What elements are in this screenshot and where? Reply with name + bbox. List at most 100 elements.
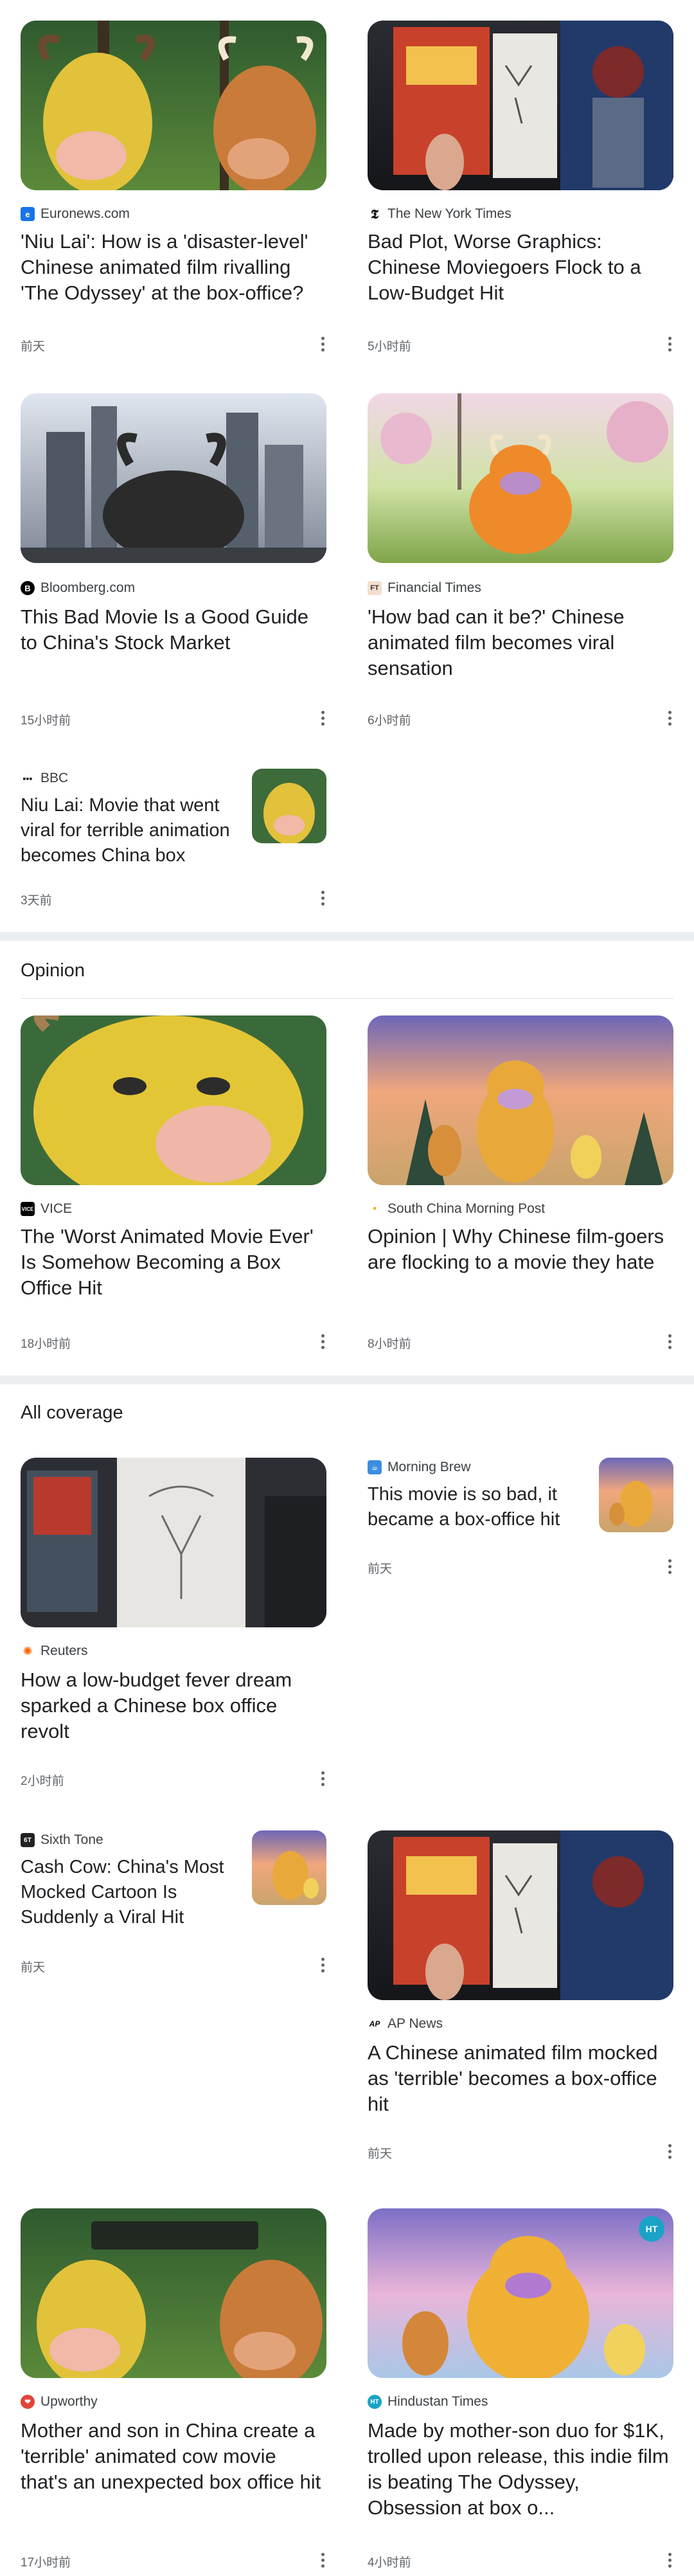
article-card[interactable]: ▪▪▪ BBC Niu Lai: Movie that went viral f… <box>0 758 347 926</box>
article-thumbnail[interactable] <box>368 1830 673 2000</box>
article-thumbnail[interactable] <box>252 769 326 843</box>
article-card[interactable]: ✺ Reuters How a low-budget fever dream s… <box>0 1453 347 1800</box>
cartoon-characters-sunset-image <box>368 1015 673 1185</box>
more-options-icon[interactable] <box>662 334 677 353</box>
vice-logo-icon: VICE <box>21 1202 35 1216</box>
article-card[interactable]: FT Financial Times 'How bad can it be?' … <box>347 386 694 758</box>
article-thumbnail[interactable] <box>368 1015 673 1185</box>
article-title[interactable]: How a low-budget fever dream sparked a C… <box>21 1667 326 1744</box>
source-name: South China Morning Post <box>387 1201 546 1216</box>
scmp-logo-icon: ▪ <box>368 1202 382 1216</box>
article-thumbnail[interactable] <box>21 1015 326 1185</box>
article-source: 6T Sixth Tone <box>21 1830 103 1850</box>
article-source: ❤ Upworthy <box>21 2392 98 2411</box>
more-options-icon[interactable] <box>315 888 330 908</box>
article-card[interactable]: B Bloomberg.com This Bad Movie Is a Good… <box>0 386 347 758</box>
hindustan-times-logo-icon: HT <box>368 2395 382 2409</box>
article-title[interactable]: This movie is so bad, it became a box-of… <box>368 1482 580 1534</box>
article-title[interactable]: This Bad Movie Is a Good Guide to China'… <box>21 604 326 656</box>
article-title[interactable]: The 'Worst Animated Movie Ever' Is Someh… <box>21 1224 326 1301</box>
article-thumbnail[interactable]: HT <box>368 2208 673 2378</box>
source-name: Financial Times <box>387 580 481 595</box>
article-title[interactable]: 'How bad can it be?' Chinese animated fi… <box>368 604 673 681</box>
article-source: ☕ Morning Brew <box>368 1458 471 1477</box>
article-title[interactable]: Mother and son in China create a 'terrib… <box>21 2418 326 2521</box>
ft-logo-icon: FT <box>368 581 382 595</box>
article-source: ▪ South China Morning Post <box>368 1199 545 1219</box>
article-title[interactable]: Niu Lai: Movie that went viral for terri… <box>21 793 233 870</box>
section-heading-all-coverage: All coverage <box>21 1402 123 1423</box>
more-options-icon[interactable] <box>662 1557 677 1576</box>
more-options-icon[interactable] <box>315 708 330 728</box>
article-time: 2小时前 <box>21 1775 64 1788</box>
more-options-icon[interactable] <box>315 2550 330 2570</box>
article-thumbnail[interactable] <box>599 1458 673 1532</box>
article-thumbnail[interactable] <box>368 21 673 190</box>
article-thumbnail[interactable] <box>252 1830 326 1905</box>
article-card[interactable]: HT HT Hindustan Times Made by mother-son… <box>347 2198 694 2576</box>
article-card[interactable]: ▪ South China Morning Post Opinion | Why… <box>347 1015 694 1363</box>
article-source: FT Financial Times <box>368 578 481 598</box>
article-card[interactable]: e Euronews.com 'Niu Lai': How is a 'disa… <box>0 0 347 386</box>
more-options-icon[interactable] <box>662 708 677 728</box>
upworthy-logo-icon: ❤ <box>21 2395 35 2409</box>
article-time: 18小时前 <box>21 1337 71 1351</box>
more-options-icon[interactable] <box>662 1332 677 1351</box>
article-thumbnail[interactable] <box>21 1458 326 1627</box>
more-options-icon[interactable] <box>315 1332 330 1351</box>
source-name: Bloomberg.com <box>40 580 136 595</box>
euronews-logo-icon: e <box>21 207 35 221</box>
sixth-tone-logo-icon: 6T <box>21 1833 35 1847</box>
article-card[interactable]: VICE VICE The 'Worst Animated Movie Ever… <box>0 1015 347 1363</box>
divider <box>21 998 673 999</box>
article-card[interactable]: ❤ Upworthy Mother and son in China creat… <box>0 2198 347 2576</box>
article-time: 3天前 <box>21 894 52 908</box>
more-options-icon[interactable] <box>315 1769 330 1788</box>
article-card[interactable]: 6T Sixth Tone Cash Cow: China's Most Moc… <box>0 1825 347 1974</box>
article-title[interactable]: 'Niu Lai': How is a 'disaster-level' Chi… <box>21 229 326 306</box>
cartoon-cow-closeup-image <box>21 1015 326 1185</box>
section-heading-opinion: Opinion <box>21 960 85 981</box>
article-source: 𝕿 The New York Times <box>368 204 512 224</box>
cartoon-cows-forest-image <box>21 21 326 190</box>
article-thumbnail[interactable] <box>21 393 326 563</box>
cartoon-cows-forest-image <box>21 2208 326 2378</box>
cartoon-cow-image <box>252 769 326 843</box>
more-options-icon[interactable] <box>315 1955 330 1974</box>
article-thumbnail[interactable] <box>21 21 326 190</box>
article-thumbnail[interactable] <box>21 2208 326 2378</box>
article-title[interactable]: Cash Cow: China's Most Mocked Cartoon Is… <box>21 1855 233 1932</box>
article-source: e Euronews.com <box>21 204 130 224</box>
article-card[interactable]: ☕ Morning Brew This movie is so bad, it … <box>347 1453 694 1581</box>
more-options-icon[interactable] <box>315 334 330 353</box>
cinema-posters-image <box>368 1830 673 2000</box>
article-time: 4小时前 <box>368 2556 411 2570</box>
reuters-logo-icon: ✺ <box>21 1644 35 1658</box>
article-card[interactable]: 𝕿 The New York Times Bad Plot, Worse Gra… <box>347 0 694 386</box>
article-time: 前天 <box>21 1961 46 1974</box>
source-name: AP News <box>387 2016 443 2031</box>
article-source: VICE VICE <box>21 1199 72 1219</box>
article-thumbnail[interactable] <box>368 393 673 563</box>
article-time: 15小时前 <box>21 714 71 728</box>
article-time: 前天 <box>368 1562 393 1576</box>
article-time: 17小时前 <box>21 2556 71 2570</box>
article-source: AP AP News <box>368 2014 443 2034</box>
more-options-icon[interactable] <box>662 2550 677 2570</box>
cartoon-cows-purple-sky-image <box>368 2208 673 2378</box>
source-name: VICE <box>40 1201 73 1216</box>
article-card[interactable]: AP AP News A Chinese animated film mocke… <box>347 1825 694 2172</box>
bbc-logo-icon: ▪▪▪ <box>21 771 35 785</box>
source-name: Upworthy <box>40 2394 98 2409</box>
article-title[interactable]: Opinion | Why Chinese film-goers are flo… <box>368 1224 673 1301</box>
more-options-icon[interactable] <box>662 2142 677 2161</box>
article-title[interactable]: Made by mother-son duo for $1K, trolled … <box>368 2418 673 2521</box>
section-divider <box>0 1375 694 1384</box>
article-time: 前天 <box>368 2147 393 2161</box>
article-title[interactable]: Bad Plot, Worse Graphics: Chinese Movieg… <box>368 229 673 306</box>
article-title[interactable]: A Chinese animated film mocked as 'terri… <box>368 2040 673 2117</box>
orange-cow-field-image <box>368 393 673 563</box>
source-name: Hindustan Times <box>387 2394 488 2409</box>
section-divider <box>0 932 694 941</box>
theatre-lobby-poster-image <box>21 1458 326 1627</box>
